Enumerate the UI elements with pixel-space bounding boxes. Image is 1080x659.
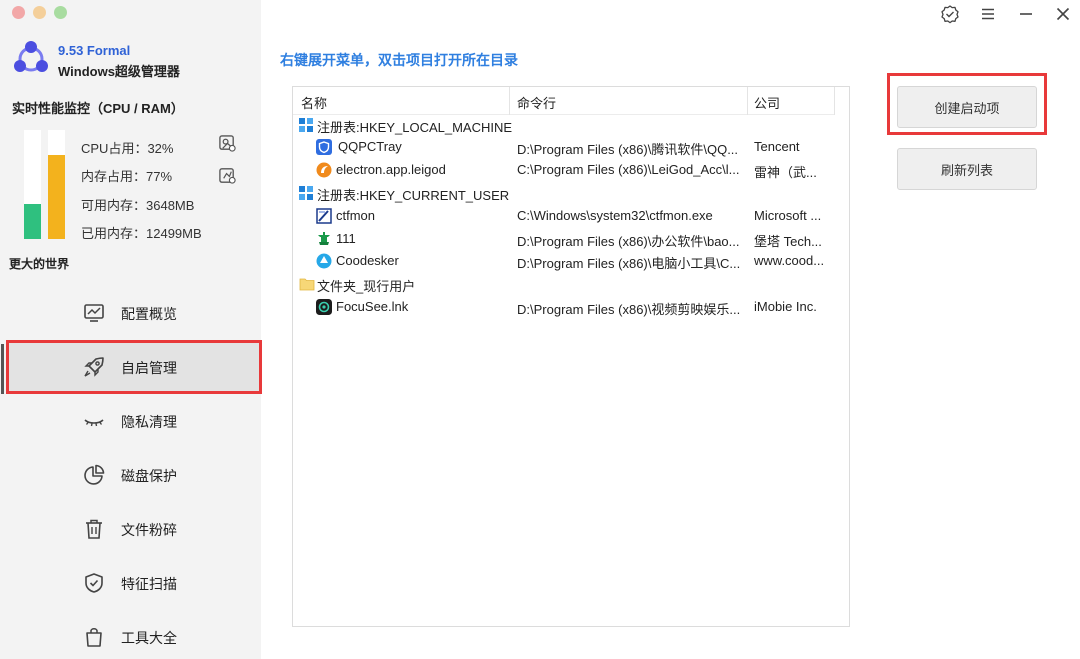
item-name: FocuSee.lnk (336, 299, 409, 314)
item-command: D:\Program Files (x86)\视频剪映娱乐... (517, 302, 741, 317)
leigod-icon (316, 162, 332, 178)
item-name: Coodesker (336, 253, 399, 268)
table-group-row[interactable]: 注册表:HKEY_LOCAL_MACHINE (293, 114, 849, 136)
cpu-usage-text: CPU占用：32% (81, 141, 174, 156)
table-header: 名称 命令行 公司 (293, 87, 835, 115)
rocket-icon (84, 357, 104, 377)
nav-item-toolbox[interactable]: 工具大全 (6, 610, 262, 659)
column-header-name[interactable]: 名称 (301, 93, 327, 112)
item-command: C:\Windows\system32\ctfmon.exe (517, 208, 713, 223)
usage-hint: 右键展开菜单，双击项目打开所在目录 (280, 52, 518, 68)
nav-item-label: 磁盘保护 (121, 468, 177, 484)
column-divider[interactable] (747, 87, 748, 115)
app-version: 9.53 Formal (58, 43, 131, 58)
nav-item-feature-scan[interactable]: 特征扫描 (6, 556, 262, 610)
coodesker-icon (316, 253, 332, 269)
verified-badge-icon[interactable] (940, 4, 960, 24)
section-title: 更大的世界 (9, 257, 70, 271)
item-company: www.cood... (754, 253, 825, 268)
monitor-title: 实时性能监控（CPU / RAM） (12, 101, 184, 116)
nav-item-startup-manager[interactable]: 自启管理 (6, 340, 262, 394)
cpu-usage-bar (24, 130, 41, 239)
mem-usage-bar (48, 130, 65, 239)
close-icon[interactable] (1053, 4, 1073, 24)
table-group-row[interactable]: 注册表:HKEY_CURRENT_USER (293, 182, 849, 204)
closed-eye-icon (84, 419, 104, 427)
table-group-row[interactable]: 文件夹_现行用户 (293, 273, 849, 295)
nav-item-disk-protect[interactable]: 磁盘保护 (6, 448, 262, 502)
item-name: electron.app.leigod (336, 162, 446, 177)
item-command: D:\Program Files (x86)\腾讯软件\QQ... (517, 142, 739, 157)
nav-item-privacy-clean[interactable]: 隐私清理 (6, 394, 262, 448)
minimize-dot[interactable] (33, 6, 46, 19)
item-name: 111 (336, 231, 356, 246)
close-dot[interactable] (12, 6, 25, 19)
window-traffic-lights (12, 6, 67, 19)
column-divider[interactable] (834, 87, 835, 115)
startup-items-table[interactable]: 名称 命令行 公司 注册表:HKEY_LOCAL_MACHINE QQPCTra… (292, 86, 850, 627)
memory-detail-icon[interactable] (218, 166, 237, 185)
active-nav-indicator (1, 344, 4, 394)
table-row[interactable]: FocuSee.lnk D:\Program Files (x86)\视频剪映娱… (293, 296, 849, 318)
folder-icon (299, 278, 315, 291)
group-name: 文件夹_现行用户 (317, 279, 416, 294)
cpu-usage-fill (24, 204, 41, 239)
item-command: D:\Program Files (x86)\电脑小工具\C... (517, 256, 741, 271)
nav-item-label: 工具大全 (121, 630, 177, 646)
group-name: 注册表:HKEY_CURRENT_USER (317, 188, 510, 203)
nav-item-label: 配置概览 (121, 306, 177, 322)
item-company: Tencent (754, 139, 800, 154)
table-row[interactable]: QQPCTray D:\Program Files (x86)\腾讯软件\QQ.… (293, 136, 849, 158)
nav-item-label: 文件粉碎 (121, 522, 177, 538)
zoom-dot[interactable] (54, 6, 67, 19)
pie-chart-icon (84, 464, 105, 485)
bag-icon (86, 628, 102, 647)
baota-icon (318, 232, 330, 245)
nav-item-label: 隐私清理 (121, 414, 177, 430)
app-name: Windows超级管理器 (58, 64, 180, 79)
mem-usage-fill (48, 155, 65, 239)
mem-usage-text: 内存占用：77% (81, 169, 173, 184)
item-command: C:\Program Files (x86)\LeiGod_Acc\l... (517, 162, 740, 177)
monitor-chart-icon (84, 304, 104, 322)
menu-icon[interactable] (978, 4, 998, 24)
ctfmon-icon (316, 208, 332, 224)
nav-item-config-overview[interactable]: 配置概览 (6, 286, 262, 340)
highlight-box (887, 73, 1047, 135)
nav-item-label: 特征扫描 (121, 576, 177, 592)
cpu-detail-icon[interactable] (218, 134, 237, 153)
table-row[interactable]: electron.app.leigod C:\Program Files (x8… (293, 159, 849, 181)
nav-item-label: 自启管理 (121, 360, 177, 376)
item-command: D:\Program Files (x86)\办公软件\bao... (517, 234, 740, 249)
minimize-icon[interactable] (1016, 4, 1036, 24)
refresh-list-button[interactable]: 刷新列表 (897, 148, 1037, 190)
shield-check-icon (85, 573, 103, 593)
column-header-command[interactable]: 命令行 (517, 93, 556, 112)
focusee-icon (316, 299, 332, 315)
qq-pc-manager-icon (316, 139, 332, 155)
column-divider[interactable] (509, 87, 510, 115)
table-row[interactable]: ctfmon C:\Windows\system32\ctfmon.exe Mi… (293, 205, 849, 227)
item-name: QQPCTray (338, 139, 402, 154)
table-row[interactable]: 111 D:\Program Files (x86)\办公软件\bao... 堡… (293, 228, 849, 250)
registry-icon (299, 186, 313, 200)
column-header-company[interactable]: 公司 (754, 93, 780, 112)
nav-item-file-shredder[interactable]: 文件粉碎 (6, 502, 262, 556)
app-logo-icon (14, 41, 48, 72)
trash-icon (86, 519, 102, 539)
item-company: iMobie Inc. (754, 299, 817, 314)
item-name: ctfmon (336, 208, 376, 223)
item-company: Microsoft ... (754, 208, 822, 223)
item-company: 雷神（武... (754, 165, 817, 180)
table-row[interactable]: Coodesker D:\Program Files (x86)\电脑小工具\C… (293, 250, 849, 272)
available-memory-text: 可用内存：3648MB (81, 198, 195, 213)
sidebar: 9.53 Formal Windows超级管理器 实时性能监控（CPU / RA… (0, 0, 262, 659)
registry-icon (299, 118, 313, 132)
group-name: 注册表:HKEY_LOCAL_MACHINE (317, 120, 513, 135)
item-company: 堡塔 Tech... (754, 234, 822, 249)
used-memory-text: 已用内存：12499MB (81, 226, 202, 241)
